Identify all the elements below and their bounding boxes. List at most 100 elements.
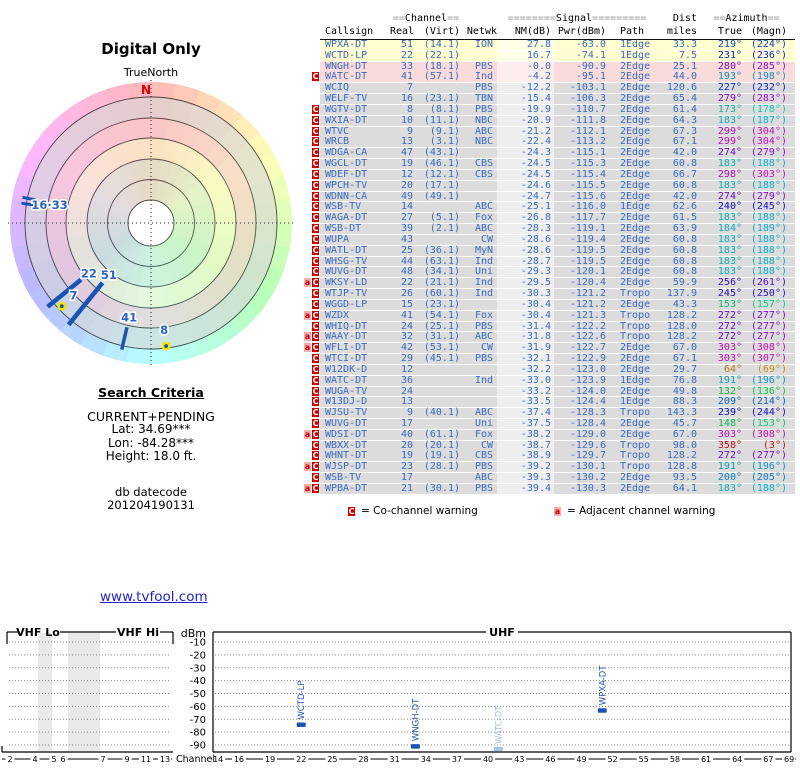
- cell-callsign: W13DJ-D: [325, 396, 368, 408]
- cell-virt: [415, 387, 462, 397]
- cell-pwr: -116.0: [569, 201, 606, 213]
- cell-callsign: WHIQ-DT: [325, 320, 368, 332]
- cell-miles: 61.4: [672, 103, 697, 115]
- cell-nm: -32.2: [497, 364, 554, 375]
- cell-nm: -22.4: [497, 137, 554, 148]
- cell-pwr: -122.2: [569, 320, 606, 332]
- cell-magn_az: (277°): [750, 331, 787, 343]
- cell-miles: 98.0: [672, 439, 697, 451]
- co-channel-warning-icon: C: [312, 256, 319, 266]
- radar-chart: N 16·33 22 51 7 41 8: [8, 80, 294, 366]
- channel-tick: 25: [327, 755, 337, 764]
- band-label: VHF Lo: [16, 626, 60, 639]
- cell-miles: 128.2: [666, 309, 697, 321]
- cell-pwr: -113.2: [569, 136, 606, 148]
- cell-callsign: WGTV-DT: [325, 103, 368, 115]
- cell-true_az: 183°: [717, 266, 742, 278]
- cell-magn_az: (277°): [750, 450, 787, 462]
- cell-path: 2Edge: [620, 385, 651, 397]
- col-netwk: Netwk: [466, 26, 497, 37]
- cell-miles: 120.6: [666, 82, 697, 94]
- cell-nm: -39.3: [497, 473, 554, 484]
- cell-virt: (12.1): [423, 168, 460, 180]
- cell-callsign: WHNT-DT: [325, 450, 368, 462]
- cell-netwk: PBS: [474, 82, 493, 94]
- cell-callsign: WELF-TV: [325, 93, 368, 105]
- cell-virt: (49.1): [423, 190, 460, 202]
- cell-callsign: WTCI-DT: [325, 353, 368, 365]
- cell-true_az: 274°: [717, 190, 742, 202]
- cell-nm: -4.2: [497, 72, 554, 83]
- cell-real: 15: [400, 298, 413, 310]
- cell-real: 41: [400, 71, 413, 83]
- channel-tick: 5: [51, 755, 56, 764]
- cell-path: 2Edge: [620, 125, 651, 137]
- cell-nm: -32.1: [497, 354, 554, 364]
- cell-netwk: [462, 181, 497, 191]
- cell-miles: 66.7: [672, 168, 697, 180]
- cell-pwr: -128.4: [569, 417, 606, 429]
- cell-magn_az: (232°): [750, 82, 787, 94]
- cell-nm: -31.8: [497, 332, 554, 343]
- cell-nm: -24.5: [497, 159, 554, 170]
- cell-true_az: 303°: [717, 353, 742, 365]
- co-channel-warning-icon: C: [312, 375, 319, 385]
- cell-real: 20: [400, 439, 413, 451]
- cell-virt: (31.1): [423, 331, 460, 343]
- tvfool-link[interactable]: www.tvfool.com: [100, 589, 208, 605]
- cell-nm: -31.4: [497, 321, 554, 332]
- channel-tick: 46: [545, 755, 555, 764]
- cell-real: 21: [400, 482, 413, 494]
- cell-virt: [415, 235, 462, 245]
- cell-true_az: 298°: [717, 168, 742, 180]
- cell-pwr: -129.7: [569, 450, 606, 462]
- co-channel-warning-icon: C: [312, 169, 319, 179]
- cell-nm: -15.4: [497, 94, 554, 105]
- cell-true_az: 272°: [717, 450, 742, 462]
- search-lat: Lat: 34.69***: [111, 422, 191, 436]
- dbm-tick: -90: [190, 741, 206, 752]
- cell-path: 2Edge: [620, 212, 651, 224]
- cell-pwr: -110.7: [569, 103, 606, 115]
- cell-netwk: CW: [480, 439, 493, 451]
- cell-callsign: WATC-DT: [325, 71, 368, 83]
- cell-virt: (19.1): [423, 450, 460, 462]
- cell-virt: (20.1): [423, 439, 460, 451]
- cell-path: Tropo: [620, 288, 651, 300]
- channel-tick: 43: [514, 755, 524, 764]
- table-row: a C WZDX 41 (54.1) Fox -30.4 -121.3 Tropo 128.2 27…: [304, 309, 795, 322]
- cell-pwr: -129.6: [569, 439, 606, 451]
- cell-callsign: WPBA-DT: [325, 482, 368, 494]
- co-channel-warning-icon: C: [312, 321, 319, 331]
- cell-true_az: 191°: [717, 461, 742, 473]
- cell-pwr: -130.3: [569, 482, 606, 494]
- spectrum-bar-label: WPXA-DT: [598, 665, 608, 706]
- cell-true_az: 183°: [717, 482, 742, 494]
- cell-virt: (63.1): [423, 255, 460, 267]
- co-channel-warning-icon: C: [312, 299, 319, 309]
- co-channel-warning-icon: C: [312, 408, 319, 418]
- cell-nm: -33.0: [497, 375, 554, 386]
- dist-group-header: Dist: [672, 13, 697, 24]
- cell-magn_az: (285°): [750, 60, 787, 72]
- spectrum-bar-label: WNGH-DT: [411, 698, 421, 741]
- cell-path: Tropo: [620, 407, 651, 419]
- cell-true_az: 227°: [717, 82, 742, 94]
- cell-netwk: Uni: [474, 266, 493, 278]
- cell-real: 24: [400, 385, 413, 397]
- cell-virt: (54.1): [423, 309, 460, 321]
- cell-nm: -26.8: [497, 213, 554, 224]
- svg-text:7: 7: [69, 288, 77, 302]
- cell-netwk: Fox: [474, 212, 493, 224]
- adjacent-channel-warning-icon: a: [554, 506, 561, 516]
- cell-netwk: Fox: [474, 309, 493, 321]
- cell-nm: -39.4: [497, 484, 554, 494]
- table-row: C WATL-DT 25 (36.1) MyN -28.6 -119.5 2Edge 60.8 1…: [304, 244, 795, 257]
- cell-magn_az: (277°): [750, 320, 787, 332]
- co-channel-warning-icon: C: [312, 72, 319, 82]
- spectrum-bar-label: WCTD-LP: [297, 681, 307, 720]
- cell-true_az: 299°: [717, 136, 742, 148]
- cell-miles: 60.8: [672, 244, 697, 256]
- cell-virt: (5.1): [429, 212, 460, 224]
- cell-magn_az: (69°): [756, 363, 787, 375]
